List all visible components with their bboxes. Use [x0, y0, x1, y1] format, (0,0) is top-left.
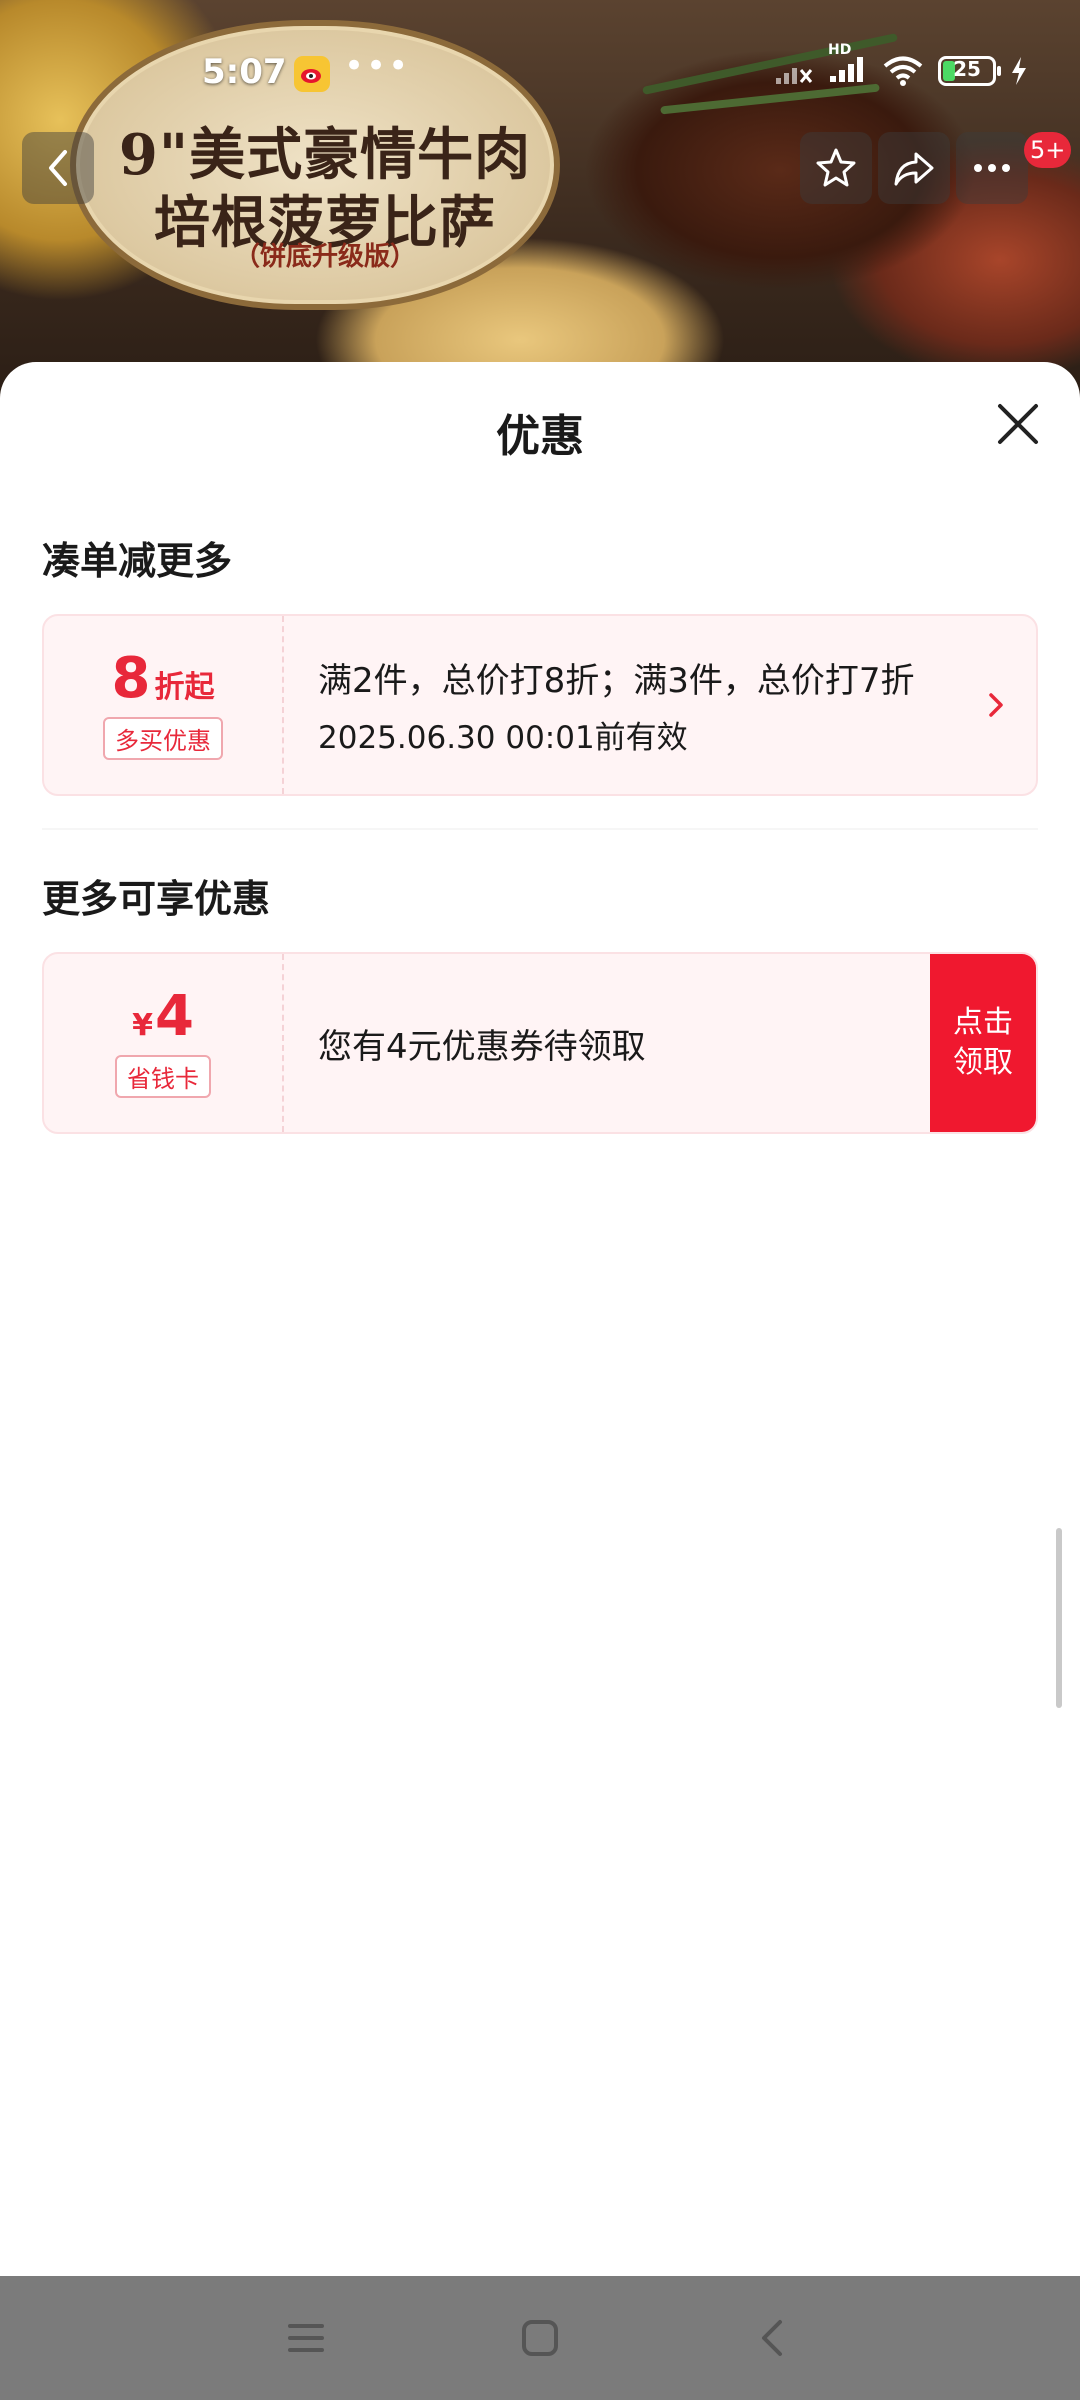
claim-label-line1: 点击 [953, 1004, 1013, 1040]
coupon-number: 4 [154, 983, 194, 1049]
battery-icon: 25 [938, 56, 1001, 86]
coupon-details: 您有4元优惠券待领取 [318, 954, 646, 1132]
star-icon [816, 148, 856, 187]
claim-coupon-button[interactable]: 点击 领取 [930, 954, 1036, 1132]
share-icon [894, 152, 934, 186]
scrollbar[interactable] [1056, 1528, 1062, 1708]
discount-suffix: 折起 [154, 669, 215, 705]
coupon-amount: ¥ 4 [132, 983, 194, 1049]
close-button[interactable] [994, 400, 1042, 448]
weibo-app-icon [294, 56, 330, 92]
notification-badge: 5+ [1024, 132, 1072, 168]
favorite-button[interactable] [800, 132, 872, 204]
network-label: HD [828, 42, 852, 58]
bundle-discount-value: 8 折起 多买优惠 [44, 616, 284, 794]
home-icon[interactable] [518, 2316, 562, 2360]
discount-sheet: 优惠 凑单减更多 8 折起 多买优惠 满2件，总价打8折；满3件，总价打7折 2… [0, 362, 1080, 2276]
wifi-icon [883, 56, 923, 86]
product-subtitle: （饼底升级版） [233, 242, 416, 272]
coupon-tag: 省钱卡 [115, 1054, 211, 1098]
battery-level: 25 [953, 57, 981, 81]
signal-icon: HD [828, 42, 868, 88]
status-icons: HD 25 [774, 42, 1028, 88]
back-nav-icon[interactable] [752, 2316, 796, 2360]
discount-tag: 多买优惠 [103, 716, 223, 760]
discount-amount: 8 折起 [111, 645, 215, 711]
system-nav-bar [0, 2276, 1080, 2400]
currency-symbol: ¥ [132, 1007, 153, 1043]
sheet-title: 优惠 [496, 411, 584, 462]
menu-icon[interactable] [284, 2316, 328, 2360]
back-icon [49, 150, 67, 186]
section-title-more: 更多可享优惠 [42, 877, 271, 921]
top-actions [800, 132, 1034, 204]
discount-rule: 满2件，总价打8折；满3件，总价打7折 [318, 661, 915, 701]
more-icon [974, 164, 1010, 172]
back-button[interactable] [22, 132, 94, 204]
section-title-bundle: 凑单减更多 [42, 539, 233, 583]
share-button[interactable] [878, 132, 950, 204]
chevron-right-icon [989, 693, 1003, 717]
more-button[interactable] [956, 132, 1028, 204]
status-bar: 5:07 ••• HD 25 [0, 40, 1080, 110]
discount-validity: 2025.06.30 00:01前有效 [318, 720, 688, 756]
close-icon [998, 404, 1038, 444]
section-divider [42, 828, 1038, 830]
charging-icon [1012, 57, 1026, 85]
more-dots-icon: ••• [344, 46, 411, 86]
bundle-discount-details: 满2件，总价打8折；满3件，总价打7折 2025.06.30 00:01前有效 [318, 616, 915, 794]
status-time: 5:07 [202, 52, 287, 92]
coupon-value: ¥ 4 省钱卡 [44, 954, 284, 1132]
claim-label-line2: 领取 [953, 1045, 1013, 1080]
discount-number: 8 [111, 645, 151, 711]
coupon-text: 您有4元优惠券待领取 [318, 1026, 646, 1067]
coupon-card: ¥ 4 省钱卡 您有4元优惠券待领取 点击 领取 [42, 952, 1038, 1134]
bundle-discount-card[interactable]: 8 折起 多买优惠 满2件，总价打8折；满3件，总价打7折 2025.06.30… [42, 614, 1038, 796]
signal-off-icon [776, 68, 813, 84]
